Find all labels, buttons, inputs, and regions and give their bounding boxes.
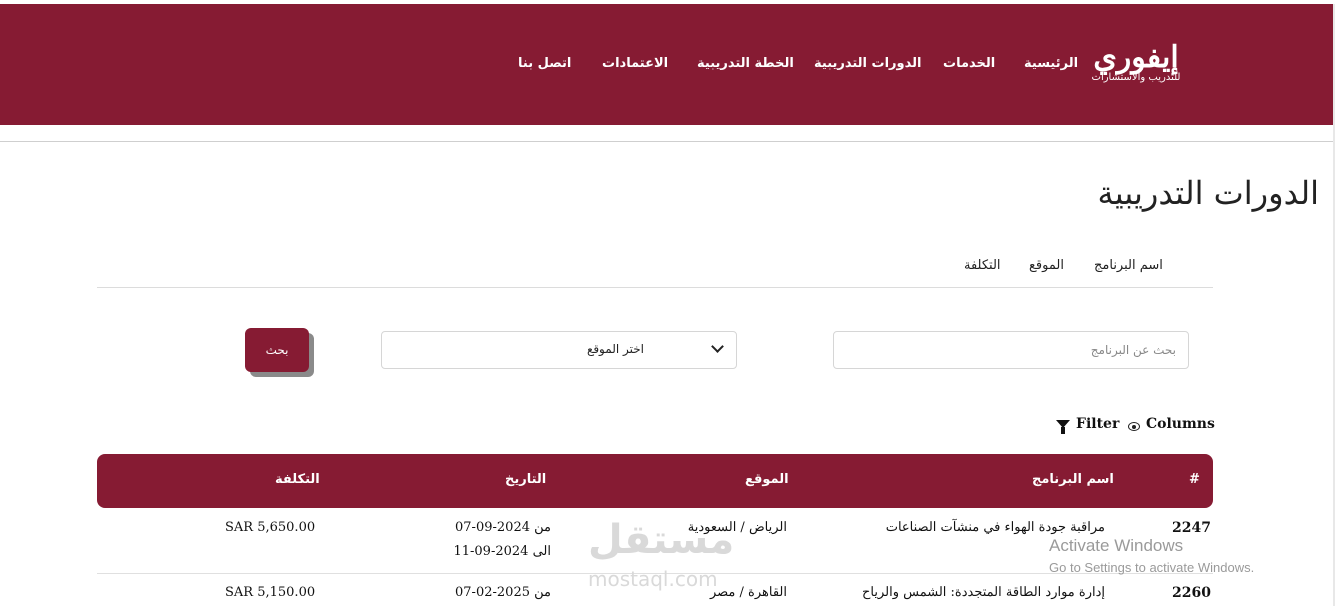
- column-header-cost[interactable]: التكلفة: [275, 472, 320, 487]
- activate-windows-subtitle: Go to Settings to activate Windows.: [1049, 560, 1255, 575]
- table-header: # اسم البرنامج الموقع التاريخ التكلفة: [97, 454, 1213, 508]
- nav-training-plan[interactable]: الخطة التدريبية: [697, 56, 794, 71]
- brand-logo[interactable]: إيفوري للتدريب والاستشارات: [1086, 42, 1186, 94]
- mostaql-watermark-url: mostaql.com: [588, 567, 718, 591]
- column-header-program-name[interactable]: اسم البرنامج: [1032, 472, 1114, 487]
- logo-sub-text: للتدريب والاستشارات: [1091, 72, 1181, 83]
- filter-tab-cost[interactable]: التكلفة: [964, 258, 1001, 273]
- location-select-value: اختر الموقع: [586, 342, 644, 356]
- nav-accreditations[interactable]: الاعتمادات: [602, 56, 668, 71]
- search-button[interactable]: بحث: [245, 328, 309, 372]
- column-header-date[interactable]: التاريخ: [505, 472, 546, 487]
- row-cost: SAR 5,650.00: [225, 520, 316, 535]
- row-date-to: الى 2024-09-11: [453, 544, 551, 559]
- activate-windows-title: Activate Windows: [1049, 536, 1184, 555]
- header-divider: [0, 141, 1333, 142]
- program-search-input[interactable]: [833, 331, 1189, 369]
- logo-main-text: إيفوري: [1093, 40, 1179, 75]
- nav-courses[interactable]: الدورات التدريبية: [814, 56, 921, 71]
- nav-home[interactable]: الرئيسية: [1024, 56, 1078, 71]
- main-nav: الرئيسية الخدمات الدورات التدريبية الخطة…: [0, 56, 1080, 80]
- column-header-location[interactable]: الموقع: [745, 472, 789, 487]
- filter-button[interactable]: Filter: [1076, 416, 1119, 432]
- row-date-from: من 2024-09-07: [455, 520, 551, 535]
- nav-contact[interactable]: اتصل بنا: [518, 56, 571, 71]
- row-id: 2260: [1172, 585, 1211, 601]
- eye-icon-pupil: [1132, 425, 1136, 429]
- page-title: الدورات التدريبية: [1097, 174, 1319, 212]
- location-select[interactable]: اختر الموقع: [381, 331, 737, 369]
- filter-tabs-divider: [97, 287, 1213, 288]
- row-id: 2247: [1172, 520, 1211, 536]
- chevron-down-icon: [711, 340, 724, 353]
- filter-funnel-icon-stem: [1061, 427, 1065, 434]
- row-cost: SAR 5,150.00: [225, 585, 316, 600]
- columns-button[interactable]: Columns: [1146, 416, 1215, 432]
- nav-services[interactable]: الخدمات: [943, 56, 995, 71]
- column-header-number[interactable]: #: [1189, 472, 1200, 487]
- row-location: القاهرة / مصر: [709, 585, 787, 600]
- row-program-name: مراقبة جودة الهواء في منشآت الصناعات: [885, 520, 1105, 535]
- filter-tab-location[interactable]: الموقع: [1029, 258, 1064, 273]
- mostaql-watermark: مستقل: [588, 517, 735, 563]
- filter-tab-program-name[interactable]: اسم البرنامج: [1094, 258, 1163, 273]
- row-date-from: من 2025-02-07: [455, 585, 551, 600]
- site-header: إيفوري للتدريب والاستشارات الرئيسية الخد…: [0, 4, 1333, 125]
- row-program-name: إدارة موارد الطاقة المتجددة: الشمس والري…: [862, 585, 1105, 600]
